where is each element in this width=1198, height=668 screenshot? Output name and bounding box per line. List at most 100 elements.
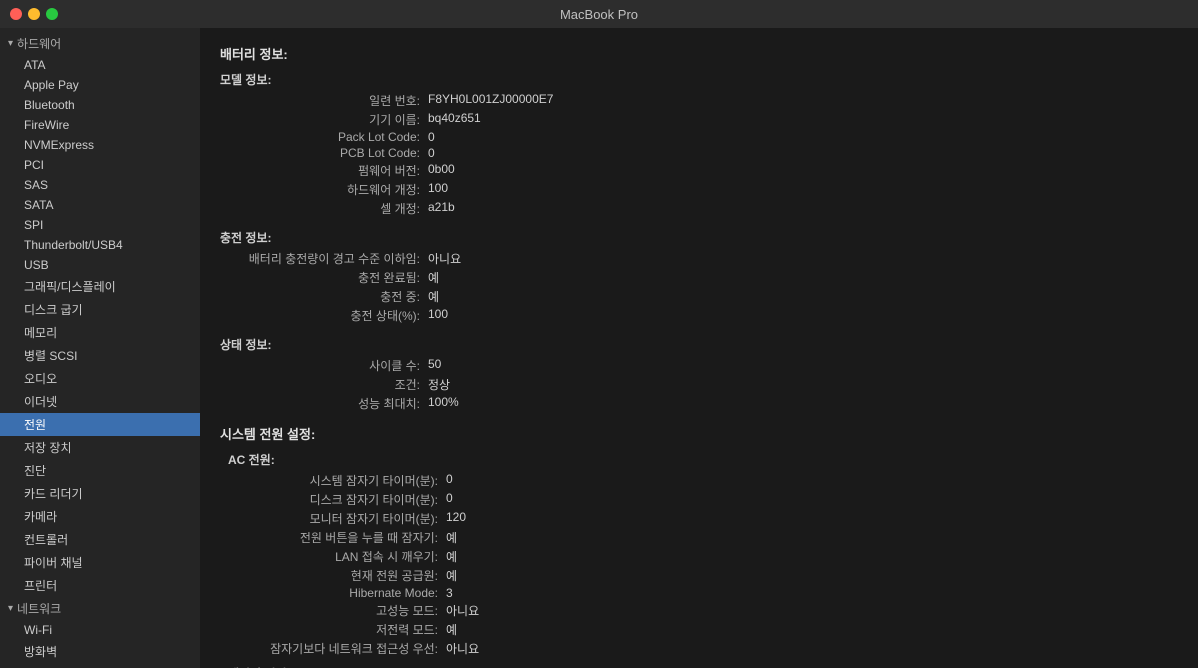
sidebar-item-Bluetooth[interactable]: Bluetooth: [0, 95, 200, 115]
info-label: 충전 중:: [228, 288, 428, 305]
sub-section-title: 모델 정보:: [220, 71, 1178, 88]
info-value: F8YH0L001ZJ00000E7: [428, 92, 553, 109]
info-row: Pack Lot Code:0: [228, 130, 1178, 144]
info-row: 조건:정상: [228, 376, 1178, 393]
info-label: Hibernate Mode:: [236, 586, 446, 600]
battery-info-title: 배터리 정보:: [220, 44, 1178, 63]
close-button[interactable]: [10, 8, 22, 20]
info-value: 100: [428, 307, 448, 324]
sidebar-item-Wi-Fi[interactable]: Wi-Fi: [0, 620, 200, 640]
info-label: 일련 번호:: [228, 92, 428, 109]
sidebar-item-FireWire[interactable]: FireWire: [0, 115, 200, 135]
info-row: 충전 중:예: [228, 288, 1178, 305]
minimize-button[interactable]: [28, 8, 40, 20]
sidebar-item-디스크 굽기[interactable]: 디스크 굽기: [0, 298, 200, 321]
sidebar-item-진단[interactable]: 진단: [0, 459, 200, 482]
info-value: 아니요: [446, 640, 479, 657]
sidebar-item-병렬 SCSI[interactable]: 병렬 SCSI: [0, 344, 200, 367]
sidebar-section-1[interactable]: ▾네트워크: [0, 597, 200, 620]
info-row: 사이클 수:50: [228, 357, 1178, 374]
info-value: 예: [428, 288, 439, 305]
info-row: LAN 접속 시 깨우기:예: [236, 548, 1178, 565]
info-label: 시스템 잠자기 타이머(분):: [236, 472, 446, 489]
sidebar-item-NVMExpress[interactable]: NVMExpress: [0, 135, 200, 155]
sidebar-item-그래픽/디스플레이[interactable]: 그래픽/디스플레이: [0, 275, 200, 298]
sidebar: ▾하드웨어ATAApple PayBluetoothFireWireNVMExp…: [0, 28, 200, 668]
sidebar-item-전원[interactable]: 전원: [0, 413, 200, 436]
sidebar-item-볼륨[interactable]: 볼륨: [0, 663, 200, 668]
info-row: 잠자기보다 네트워크 접근성 우선:아니요: [236, 640, 1178, 657]
info-row: 모니터 잠자기 타이머(분):120: [236, 510, 1178, 527]
info-value: 0b00: [428, 162, 455, 179]
title-bar: MacBook Pro: [0, 0, 1198, 28]
sidebar-item-저장 장치[interactable]: 저장 장치: [0, 436, 200, 459]
info-label: Pack Lot Code:: [228, 130, 428, 144]
info-value: 120: [446, 510, 466, 527]
sub-section-title: 상태 정보:: [220, 336, 1178, 353]
info-value: 아니요: [428, 250, 461, 267]
info-label: 저전력 모드:: [236, 621, 446, 638]
info-label: PCB Lot Code:: [228, 146, 428, 160]
info-row: 시스템 잠자기 타이머(분):0: [236, 472, 1178, 489]
info-value: 3: [446, 586, 453, 600]
content-area: 배터리 정보: 모델 정보: 일련 번호:F8YH0L001ZJ00000E7기기 …: [200, 28, 1198, 668]
info-value: a21b: [428, 200, 455, 217]
info-value: 정상: [428, 376, 450, 393]
sidebar-section-0[interactable]: ▾하드웨어: [0, 32, 200, 55]
info-row: 하드웨어 개정:100: [228, 181, 1178, 198]
sidebar-item-ATA[interactable]: ATA: [0, 55, 200, 75]
maximize-button[interactable]: [46, 8, 58, 20]
info-label: 조건:: [228, 376, 428, 393]
sidebar-item-SPI[interactable]: SPI: [0, 215, 200, 235]
sidebar-item-프린터[interactable]: 프린터: [0, 574, 200, 597]
info-row: 저전력 모드:예: [236, 621, 1178, 638]
sidebar-item-오디오[interactable]: 오디오: [0, 367, 200, 390]
sidebar-item-카메라[interactable]: 카메라: [0, 505, 200, 528]
window-title: MacBook Pro: [560, 7, 638, 22]
traffic-lights: [10, 8, 58, 20]
sidebar-item-카드 리더기[interactable]: 카드 리더기: [0, 482, 200, 505]
section-label: 네트워크: [17, 600, 61, 617]
info-value: 0: [428, 130, 435, 144]
info-value: 0: [446, 472, 453, 489]
info-label: 현재 전원 공급원:: [236, 567, 446, 584]
info-row: 충전 완료됨:예: [228, 269, 1178, 286]
info-value: 예: [446, 548, 457, 565]
sidebar-item-USB[interactable]: USB: [0, 255, 200, 275]
info-label: 모니터 잠자기 타이머(분):: [236, 510, 446, 527]
info-label: 잠자기보다 네트워크 접근성 우선:: [236, 640, 446, 657]
sidebar-item-PCI[interactable]: PCI: [0, 155, 200, 175]
info-label: 디스크 잠자기 타이머(분):: [236, 491, 446, 508]
system-power-title: 시스템 전원 설정:: [220, 424, 1178, 443]
info-label: LAN 접속 시 깨우기:: [236, 548, 446, 565]
sidebar-item-메모리[interactable]: 메모리: [0, 321, 200, 344]
sidebar-item-방화벽[interactable]: 방화벽: [0, 640, 200, 663]
info-row: 전원 버튼을 누를 때 잠자기:예: [236, 529, 1178, 546]
info-label: 전원 버튼을 누를 때 잠자기:: [236, 529, 446, 546]
main-container: ▾하드웨어ATAApple PayBluetoothFireWireNVMExp…: [0, 28, 1198, 668]
info-row: 성능 최대치:100%: [228, 395, 1178, 412]
info-value: 예: [446, 567, 457, 584]
info-row: PCB Lot Code:0: [228, 146, 1178, 160]
sidebar-item-SATA[interactable]: SATA: [0, 195, 200, 215]
info-value: 예: [446, 621, 457, 638]
info-label: 펌웨어 버전:: [228, 162, 428, 179]
sidebar-item-파이버 채널[interactable]: 파이버 채널: [0, 551, 200, 574]
info-row: Hibernate Mode:3: [236, 586, 1178, 600]
info-row: 현재 전원 공급원:예: [236, 567, 1178, 584]
info-row: 셀 개정:a21b: [228, 200, 1178, 217]
section-label: 하드웨어: [17, 35, 61, 52]
info-label: 기기 이름:: [228, 111, 428, 128]
sidebar-item-이더넷[interactable]: 이더넷: [0, 390, 200, 413]
info-row: 충전 상태(%):100: [228, 307, 1178, 324]
info-row: 고성능 모드:아니요: [236, 602, 1178, 619]
sidebar-item-Thunderbolt/USB4[interactable]: Thunderbolt/USB4: [0, 235, 200, 255]
info-row: 디스크 잠자기 타이머(분):0: [236, 491, 1178, 508]
info-row: 펌웨어 버전:0b00: [228, 162, 1178, 179]
info-value: bq40z651: [428, 111, 481, 128]
info-value: 예: [428, 269, 439, 286]
sidebar-item-SAS[interactable]: SAS: [0, 175, 200, 195]
info-value: 0: [446, 491, 453, 508]
sidebar-item-컨트롤러[interactable]: 컨트롤러: [0, 528, 200, 551]
sidebar-item-Apple Pay[interactable]: Apple Pay: [0, 75, 200, 95]
